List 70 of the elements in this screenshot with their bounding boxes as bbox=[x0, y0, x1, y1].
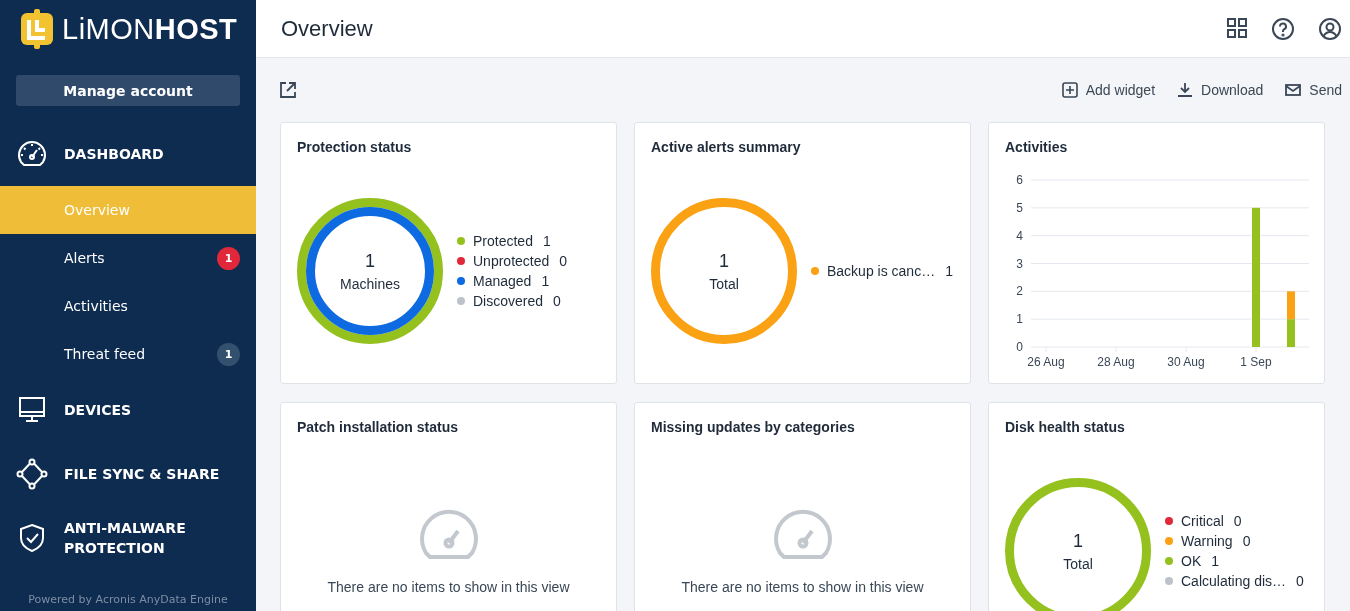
network-nodes-icon bbox=[16, 458, 48, 490]
y-tick-label: 6 bbox=[1016, 173, 1023, 187]
widget-title: Patch installation status bbox=[297, 419, 459, 435]
y-tick-label: 3 bbox=[1016, 256, 1023, 271]
legend-value: 1 bbox=[945, 263, 953, 279]
total-label: Machines bbox=[340, 275, 400, 292]
manage-account-button[interactable]: Manage account bbox=[16, 75, 240, 106]
help-icon[interactable] bbox=[1271, 16, 1295, 41]
total-value: 1 bbox=[719, 250, 729, 272]
x-tick-label: 30 Aug bbox=[1167, 355, 1205, 369]
legend-label: Protected bbox=[473, 233, 533, 249]
legend-value: 0 bbox=[559, 253, 568, 269]
legend-value: 0 bbox=[1233, 513, 1242, 529]
widget-title: Protection status bbox=[297, 139, 412, 155]
nav-section[interactable]: ANTI-MALWARE PROTECTION bbox=[64, 518, 234, 558]
legend-label: Calculating dis… bbox=[1181, 573, 1287, 589]
y-tick-label: 4 bbox=[1016, 228, 1023, 243]
gauge-icon bbox=[417, 509, 480, 559]
total-label: Total bbox=[1063, 555, 1093, 572]
legend-value: 0 bbox=[553, 293, 561, 309]
nav-item[interactable]: Alerts 1 bbox=[0, 234, 256, 282]
legend-label: OK bbox=[1181, 553, 1202, 569]
y-tick-label: 1 bbox=[1016, 312, 1023, 327]
total-value: 1 bbox=[365, 250, 375, 272]
legend-value: 0 bbox=[1296, 573, 1304, 589]
x-tick-label: 26 Aug bbox=[1027, 355, 1065, 369]
legend-value: 1 bbox=[542, 233, 551, 249]
empty-message: There are no items to show in this view bbox=[327, 579, 570, 595]
count-badge: 1 bbox=[217, 342, 240, 366]
widget-title: Active alerts summary bbox=[651, 139, 801, 155]
y-tick-label: 0 bbox=[1016, 340, 1023, 354]
download-icon bbox=[1177, 82, 1194, 98]
account-icon[interactable] bbox=[1318, 16, 1342, 41]
legend-label: Warning bbox=[1181, 533, 1233, 549]
empty-message: There are no items to show in this view bbox=[681, 579, 924, 595]
legend-label: Discovered bbox=[473, 293, 544, 309]
widget-title: Missing updates by categories bbox=[651, 419, 855, 435]
legend-label: Managed bbox=[473, 273, 532, 289]
toolbar-button[interactable]: Send bbox=[1285, 82, 1342, 98]
legend-value: 1 bbox=[541, 273, 550, 289]
nav-section[interactable]: DEVICES bbox=[64, 400, 234, 420]
widget-title: Activities bbox=[1005, 139, 1068, 155]
grid-icon[interactable] bbox=[1226, 16, 1248, 39]
legend-label: Critical bbox=[1181, 513, 1224, 529]
legend-label: Backup is canc… bbox=[827, 263, 936, 279]
nav-item[interactable]: Threat feed 1 bbox=[0, 330, 256, 378]
logo-text: LiMONHOST bbox=[62, 12, 238, 46]
y-tick-label: 5 bbox=[1016, 200, 1023, 215]
powered-by-text: Powered by Acronis AnyData Engine bbox=[27, 593, 229, 608]
x-tick-label: 1 Sep bbox=[1240, 355, 1272, 369]
legend-label: Unprotected bbox=[473, 253, 550, 269]
count-badge: 1 bbox=[217, 246, 240, 270]
y-tick-label: 2 bbox=[1016, 284, 1023, 299]
page-title: Overview bbox=[281, 15, 374, 42]
x-tick-label: 28 Aug bbox=[1097, 355, 1135, 369]
nav-section[interactable]: FILE SYNC & SHARE bbox=[64, 464, 234, 484]
expand-icon[interactable] bbox=[280, 82, 296, 98]
widget-title: Disk health status bbox=[1005, 419, 1125, 435]
nav-item[interactable]: Activities bbox=[0, 282, 256, 330]
toolbar-button[interactable]: Download bbox=[1177, 82, 1264, 98]
nav-section[interactable]: DASHBOARD bbox=[64, 144, 234, 164]
legend-value: 0 bbox=[1242, 533, 1251, 549]
logo-icon bbox=[20, 9, 54, 49]
envelope-icon bbox=[1285, 82, 1302, 98]
plus-icon bbox=[1061, 82, 1078, 98]
legend-value: 1 bbox=[1211, 553, 1220, 569]
total-label: Total bbox=[709, 275, 739, 292]
total-value: 1 bbox=[1073, 530, 1083, 552]
gauge-icon bbox=[771, 509, 834, 559]
toolbar-button[interactable]: Add widget bbox=[1061, 82, 1156, 98]
